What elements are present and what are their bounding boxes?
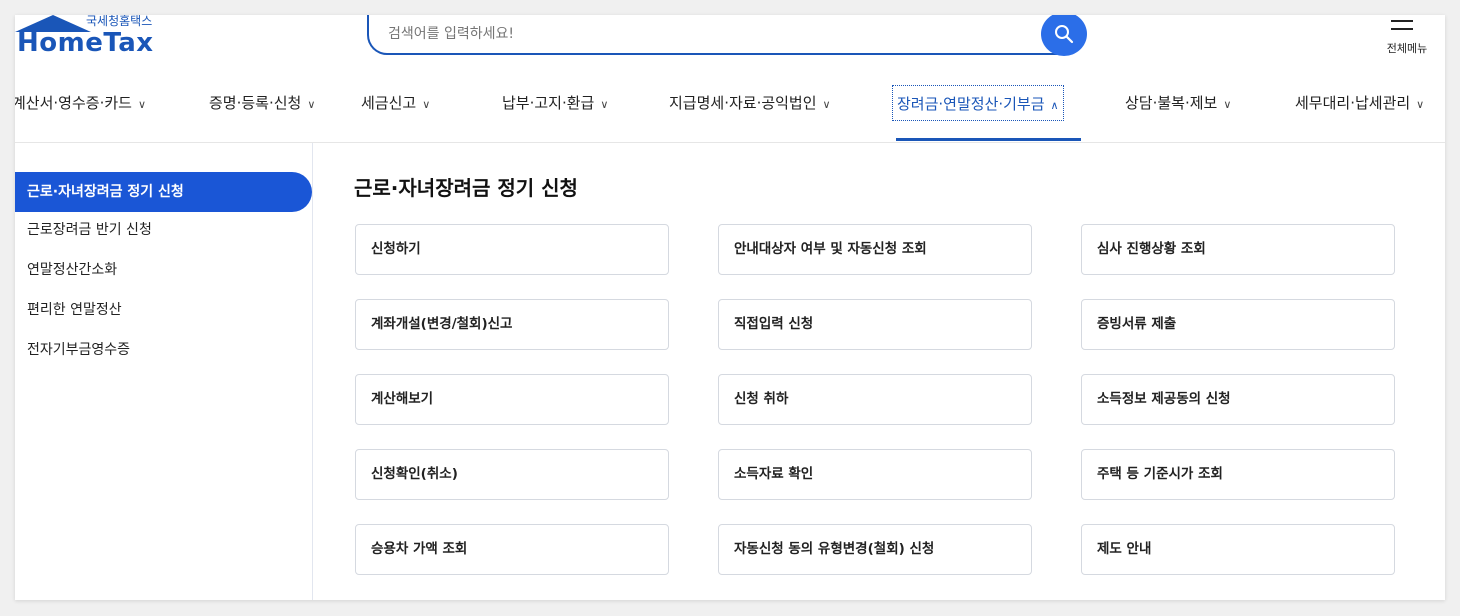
application-confirm-button[interactable]: 신청확인(취소) bbox=[355, 449, 669, 500]
sidebar-item-donation-receipt[interactable]: 전자기부금영수증 bbox=[15, 330, 312, 370]
sidebar-item-convenient-year-end[interactable]: 편리한 연말정산 bbox=[15, 290, 312, 330]
nav-item-label: 상담·불복·제보 bbox=[1125, 94, 1218, 112]
chevron-up-icon: ∧ bbox=[1050, 99, 1059, 112]
house-price-lookup-button[interactable]: 주택 등 기준시가 조회 bbox=[1081, 449, 1395, 500]
page-title: 근로·자녀장려금 정기 신청 bbox=[354, 176, 578, 200]
direct-input-button[interactable]: 직접입력 신청 bbox=[718, 299, 1032, 350]
calculate-button[interactable]: 계산해보기 bbox=[355, 374, 669, 425]
nav-item-statement[interactable]: 지급명세·자료·공익법인 ∨ bbox=[669, 85, 831, 121]
nav-item-tax-return[interactable]: 세금신고 ∨ bbox=[361, 85, 430, 121]
nav-active-underline bbox=[896, 138, 1081, 141]
logo-title: HomeTax bbox=[17, 28, 154, 58]
sidebar-item-regular-application[interactable]: 근로·자녀장려금 정기 신청 bbox=[15, 172, 312, 212]
nav-item-agent[interactable]: 세무대리·납세관리 ∨ bbox=[1295, 85, 1424, 121]
sidebar-item-year-end-simplified[interactable]: 연말정산간소화 bbox=[15, 250, 312, 290]
nav-item-label: 장려금·연말정산·기부금 bbox=[897, 95, 1045, 113]
hamburger-icon bbox=[1391, 20, 1413, 30]
nav-item-label: 지급명세·자료·공익법인 bbox=[669, 94, 817, 112]
nav-item-payment[interactable]: 납부·고지·환급 ∨ bbox=[502, 85, 608, 121]
account-report-button[interactable]: 계좌개설(변경/철회)신고 bbox=[355, 299, 669, 350]
nav-item-label: 증명·등록·신청 bbox=[209, 94, 302, 112]
main-nav: 계산서·영수증·카드 ∨ 증명·등록·신청 ∨ 세금신고 ∨ 납부·고지·환급 ∨ 지급… bbox=[15, 85, 1445, 141]
nav-item-label: 납부·고지·환급 bbox=[502, 94, 595, 112]
chevron-down-icon: ∨ bbox=[822, 98, 831, 111]
nav-item-invoice[interactable]: 계산서·영수증·카드 ∨ bbox=[15, 85, 146, 121]
chevron-down-icon: ∨ bbox=[422, 98, 431, 111]
nav-item-incentive[interactable]: 장려금·연말정산·기부금 ∧ bbox=[892, 85, 1064, 121]
review-status-button[interactable]: 심사 진행상황 조회 bbox=[1081, 224, 1395, 275]
chevron-down-icon: ∨ bbox=[1223, 98, 1232, 111]
nav-item-label: 계산서·영수증·카드 bbox=[15, 94, 132, 112]
income-data-check-button[interactable]: 소득자료 확인 bbox=[718, 449, 1032, 500]
hometax-logo[interactable]: 국세청홈택스 HomeTax bbox=[15, 15, 185, 65]
chevron-down-icon: ∨ bbox=[600, 98, 609, 111]
action-button-grid: 신청하기 안내대상자 여부 및 자동신청 조회 심사 진행상황 조회 계좌개설(… bbox=[355, 224, 1395, 584]
system-guide-button[interactable]: 제도 안내 bbox=[1081, 524, 1395, 575]
app-window: 국세청홈택스 HomeTax 전체메뉴 계산서·영수증·카드 ∨ 증명·등록·신청… bbox=[15, 15, 1445, 600]
apply-button[interactable]: 신청하기 bbox=[355, 224, 669, 275]
submit-documents-button[interactable]: 증빙서류 제출 bbox=[1081, 299, 1395, 350]
sidebar: 근로·자녀장려금 정기 신청 근로장려금 반기 신청 연말정산간소화 편리한 연… bbox=[15, 143, 313, 600]
search-icon bbox=[1055, 25, 1074, 44]
chevron-down-icon: ∨ bbox=[1416, 98, 1425, 111]
chevron-down-icon: ∨ bbox=[137, 98, 146, 111]
income-consent-button[interactable]: 소득정보 제공동의 신청 bbox=[1081, 374, 1395, 425]
all-menu-button[interactable]: 전체메뉴 bbox=[1377, 18, 1437, 58]
sidebar-item-half-year-application[interactable]: 근로장려금 반기 신청 bbox=[15, 210, 312, 250]
auto-application-check-button[interactable]: 안내대상자 여부 및 자동신청 조회 bbox=[718, 224, 1032, 275]
nav-item-label: 세금신고 bbox=[361, 94, 417, 112]
car-price-lookup-button[interactable]: 승용차 가액 조회 bbox=[355, 524, 669, 575]
nav-item-certificate[interactable]: 증명·등록·신청 ∨ bbox=[209, 85, 315, 121]
nav-item-label: 세무대리·납세관리 bbox=[1295, 94, 1411, 112]
search-button[interactable] bbox=[1041, 15, 1087, 56]
withdraw-application-button[interactable]: 신청 취하 bbox=[718, 374, 1032, 425]
search-input[interactable] bbox=[388, 21, 988, 47]
chevron-down-icon: ∨ bbox=[307, 98, 316, 111]
all-menu-label: 전체메뉴 bbox=[1386, 42, 1428, 55]
nav-item-consult[interactable]: 상담·불복·제보 ∨ bbox=[1125, 85, 1231, 121]
consent-type-change-button[interactable]: 자동신청 동의 유형변경(철회) 신청 bbox=[718, 524, 1032, 575]
